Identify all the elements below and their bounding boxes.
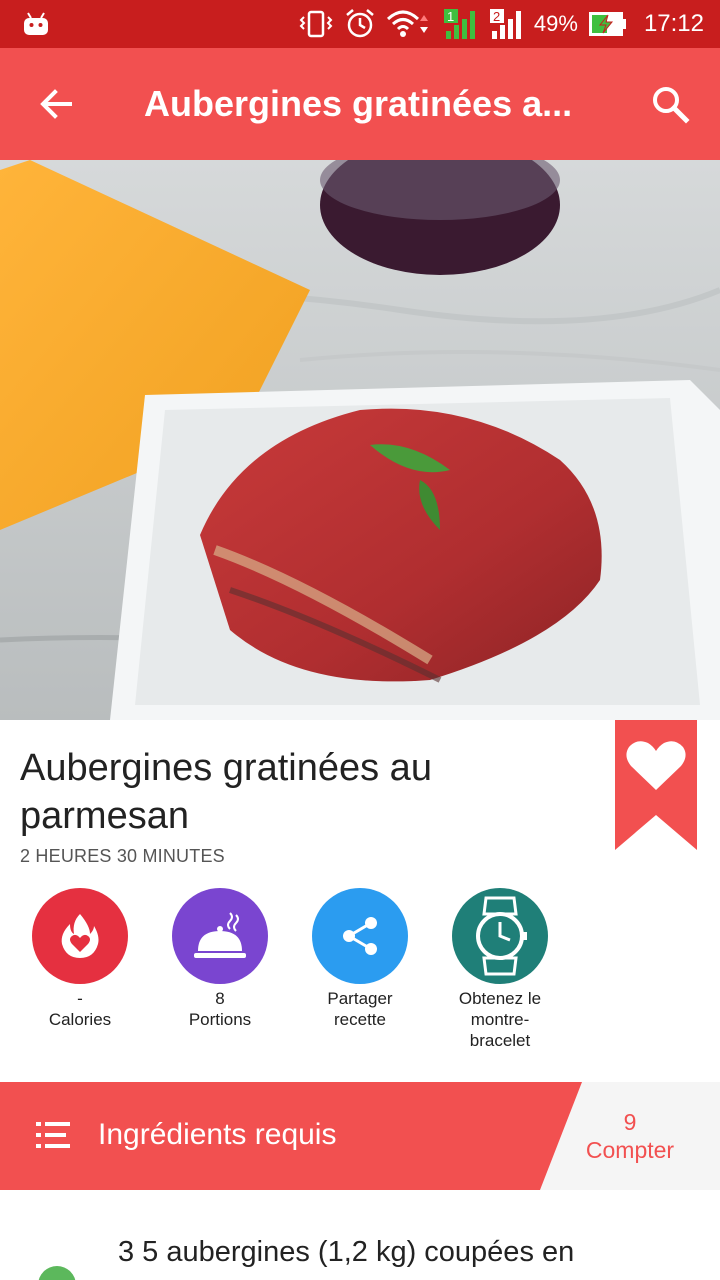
recipe-actions: - Calories 8 Portions Partager recette O… xyxy=(0,888,720,1058)
ingredient-text: 3 5 aubergines (1,2 kg) coupées en xyxy=(118,1236,575,1268)
heart-bookmark-icon xyxy=(615,720,697,850)
status-bar: 1 2 49% 17:12 xyxy=(0,0,720,48)
battery-charging-icon xyxy=(588,12,626,36)
battery-percent: 49% xyxy=(533,11,578,36)
app-bar: Aubergines gratinées a... xyxy=(0,48,720,160)
search-icon xyxy=(653,87,690,124)
ingredients-count-number: 9 xyxy=(623,1109,637,1135)
ingredient-item[interactable]: 3 5 aubergines (1,2 kg) coupées en xyxy=(0,1232,720,1280)
recipe-header: Aubergines gratinées au parmesan 2 HEURE… xyxy=(0,720,720,870)
watch-icon xyxy=(476,896,527,976)
watch-label-line2: montre- xyxy=(470,1010,530,1029)
calories-action[interactable]: - Calories xyxy=(10,888,150,1030)
portions-label: Portions xyxy=(188,1010,252,1029)
recipe-duration: 2 HEURES 30 MINUTES xyxy=(20,846,225,866)
calories-flame-icon xyxy=(61,914,99,958)
list-icon xyxy=(36,1122,70,1148)
vibrate-icon xyxy=(299,10,333,38)
favorite-button[interactable] xyxy=(615,720,697,850)
watch-circle[interactable] xyxy=(452,888,548,984)
serving-dish-icon xyxy=(194,912,246,958)
portions-circle[interactable] xyxy=(172,888,268,984)
portions-value: 8 xyxy=(215,989,225,1008)
calories-label: Calories xyxy=(48,1010,112,1029)
portions-action[interactable]: 8 Portions xyxy=(150,888,290,1030)
ingredients-header[interactable]: Ingrédients requis 9 Compter xyxy=(0,1082,720,1190)
share-recipe-action[interactable]: Partager recette xyxy=(290,888,430,1030)
arrow-back-icon xyxy=(40,89,72,119)
ingredients-count-label: Compter xyxy=(585,1137,675,1163)
svg-text:1: 1 xyxy=(447,9,454,24)
share-label-line1: Partager xyxy=(327,989,393,1008)
search-button[interactable] xyxy=(620,48,720,160)
wifi-icon xyxy=(386,10,428,37)
calories-circle[interactable] xyxy=(32,888,128,984)
share-circle[interactable] xyxy=(312,888,408,984)
app-bar-title: Aubergines gratinées a... xyxy=(144,83,573,124)
watch-label-line3: bracelet xyxy=(469,1031,531,1050)
share-label-line2: recette xyxy=(334,1010,386,1029)
svg-text:2: 2 xyxy=(493,9,500,24)
status-time: 17:12 xyxy=(643,10,704,37)
calories-value: - xyxy=(77,989,83,1008)
get-watch-action[interactable]: Obtenez le montre- bracelet xyxy=(430,888,570,1051)
ingredients-count: 9 Compter xyxy=(580,1108,680,1164)
android-icon xyxy=(24,12,48,35)
ingredients-title: Ingrédients requis xyxy=(98,1118,337,1151)
alarm-icon xyxy=(346,9,374,38)
signal-2-icon: 2 xyxy=(489,9,521,39)
signal-1-icon: 1 xyxy=(443,9,475,39)
back-button[interactable] xyxy=(0,48,112,160)
share-icon xyxy=(343,917,377,955)
recipe-title: Aubergines gratinées au parmesan xyxy=(20,747,432,837)
recipe-photo xyxy=(0,160,720,720)
ingredient-check-icon[interactable] xyxy=(38,1266,76,1280)
watch-label-line1: Obtenez le xyxy=(458,989,542,1008)
